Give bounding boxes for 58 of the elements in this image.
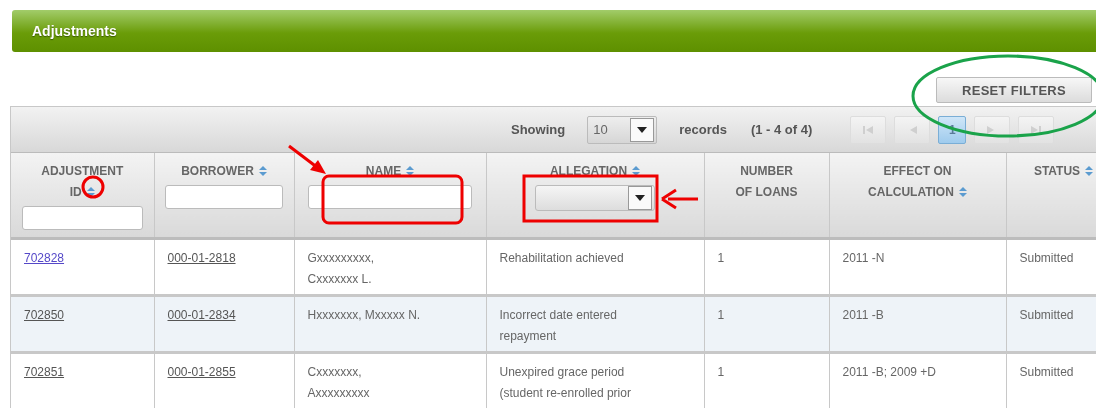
record-link[interactable]: 702851 bbox=[24, 365, 65, 379]
sort-icon[interactable] bbox=[406, 165, 415, 176]
pager-button[interactable] bbox=[894, 115, 931, 144]
filter-field[interactable] bbox=[307, 185, 473, 209]
reset-filters-button[interactable]: RESET FILTERS bbox=[936, 77, 1092, 103]
sort-icon[interactable] bbox=[1085, 165, 1094, 176]
column-label: NAME bbox=[365, 162, 402, 179]
cell-text: 1 bbox=[717, 308, 725, 322]
record-link[interactable]: 000-01-2855 bbox=[167, 365, 236, 379]
record-link[interactable]: 702850 bbox=[24, 308, 65, 322]
cell-text: 2011 -B; 2009 +D bbox=[842, 365, 936, 379]
records-range: (1 - 4 of 4) bbox=[750, 122, 813, 137]
caret-icon bbox=[637, 126, 648, 133]
cell-text: Cxxxxxxx, Axxxxxxxxx bbox=[307, 365, 370, 400]
page-title: Adjustments bbox=[32, 23, 117, 39]
column-label: EFFECT ON bbox=[883, 162, 952, 179]
showing-label: Showing bbox=[511, 122, 566, 137]
arrow-icon bbox=[863, 125, 874, 134]
filter-select[interactable] bbox=[535, 185, 655, 211]
column-label: ADJUSTMENT bbox=[41, 162, 124, 179]
column-label: ID bbox=[69, 183, 82, 200]
cell-text: Submitted bbox=[1019, 308, 1074, 322]
record-link[interactable]: 000-01-2818 bbox=[167, 251, 236, 265]
cell-text: Hxxxxxxx, Mxxxxx N. bbox=[307, 308, 421, 322]
column-label: ALLEGATION bbox=[549, 162, 628, 179]
annotation-arrow bbox=[288, 144, 326, 174]
pager-button[interactable] bbox=[850, 115, 887, 144]
sort-icon[interactable] bbox=[958, 186, 967, 197]
pager-button[interactable] bbox=[1018, 115, 1055, 144]
cell-text: Incorrect date entered repayment bbox=[499, 308, 617, 343]
annotation-circle bbox=[81, 175, 105, 199]
column-label: NUMBER bbox=[740, 162, 793, 179]
column-label: CALCULATION bbox=[868, 183, 954, 200]
cell-text: Rehabilitation achieved bbox=[499, 251, 624, 265]
cell-text: 1 bbox=[717, 365, 725, 379]
sort-icon[interactable] bbox=[258, 165, 267, 176]
pager-button[interactable] bbox=[974, 115, 1011, 144]
cell-text: Submitted bbox=[1019, 251, 1074, 265]
annotation-arrow bbox=[660, 188, 698, 210]
cell-text: Unexpired grace period (student re-enrolled prior bbox=[499, 365, 631, 400]
filter-field[interactable] bbox=[21, 206, 143, 230]
cell-text: 2011 -B bbox=[842, 308, 884, 322]
sort-icon[interactable] bbox=[632, 165, 641, 176]
cell-text: Submitted bbox=[1019, 365, 1074, 379]
cell-text: 2011 -N bbox=[842, 251, 885, 265]
cell-text: 1 bbox=[717, 251, 725, 265]
record-link[interactable]: 702828 bbox=[24, 251, 65, 265]
column-label: STATUS bbox=[1033, 162, 1081, 179]
page-size-select[interactable]: 10 bbox=[587, 115, 658, 144]
cell-text: Gxxxxxxxxx, Cxxxxxxx L. bbox=[307, 251, 375, 286]
arrow-icon bbox=[1031, 125, 1042, 134]
filter-field[interactable] bbox=[165, 185, 283, 209]
record-link[interactable]: 000-01-2834 bbox=[167, 308, 236, 322]
sort-icon[interactable] bbox=[86, 186, 95, 197]
column-label: OF LOANS bbox=[735, 183, 798, 200]
column-label: BORROWER bbox=[181, 162, 254, 179]
records-label: records bbox=[679, 122, 727, 137]
caret-icon bbox=[635, 195, 645, 201]
